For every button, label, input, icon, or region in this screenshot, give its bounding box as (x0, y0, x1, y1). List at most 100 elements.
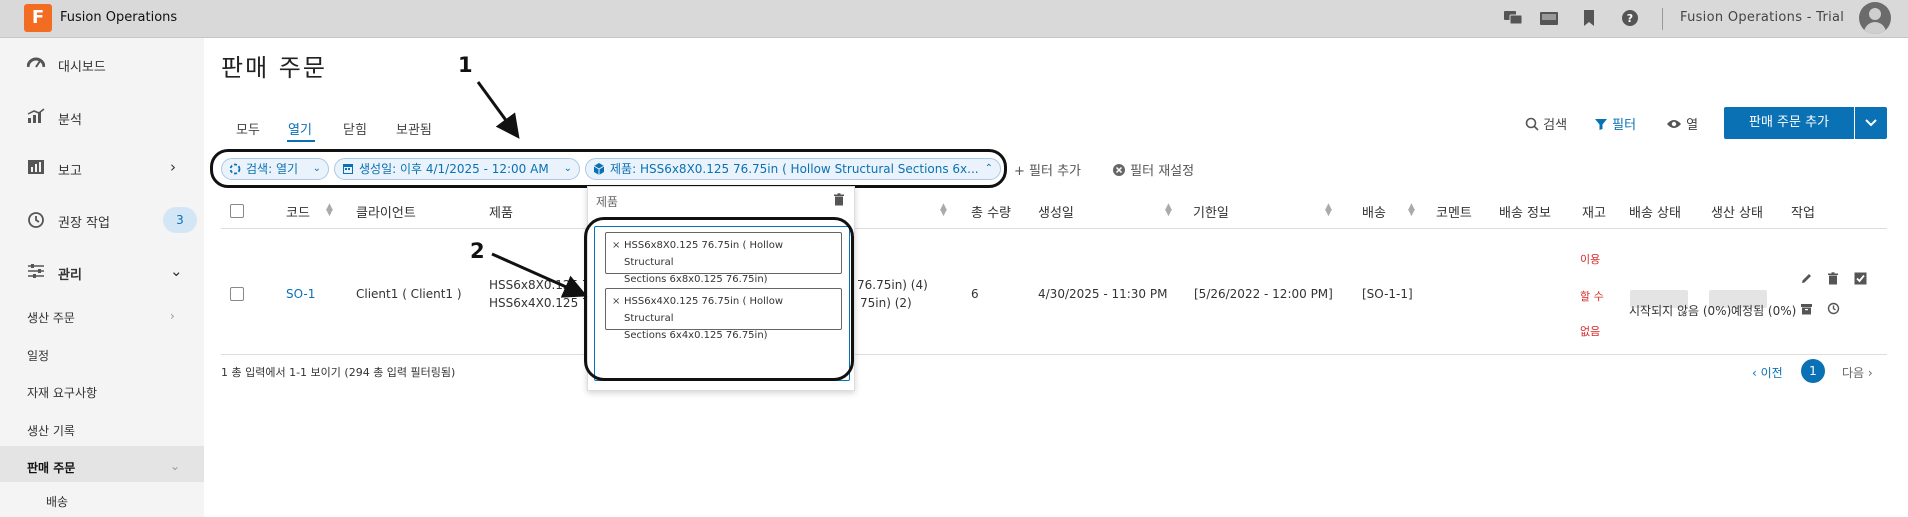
order-code-link[interactable]: SO-1 (286, 287, 315, 301)
stock-status-line1: 이용 (1580, 253, 1601, 266)
sidebar-item-recommended-tasks[interactable]: 권장 작업 3 (0, 202, 204, 238)
chat-icon[interactable] (1503, 9, 1523, 29)
annotation-number-2: 2 (470, 239, 485, 263)
eye-icon (1666, 118, 1682, 134)
trash-icon[interactable] (833, 193, 845, 210)
add-options-dropdown[interactable] (1855, 107, 1887, 139)
app-logo[interactable]: F (24, 4, 52, 32)
reset-filter-button[interactable]: 필터 재설정 (1112, 160, 1194, 181)
history-icon[interactable] (1827, 302, 1840, 319)
top-divider (1662, 8, 1663, 30)
created-cell: 4/30/2025 - 11:30 PM (1038, 287, 1168, 301)
annotation-highlight-filters (210, 149, 1007, 188)
sidebar-item-dashboard[interactable]: 대시보드 (0, 46, 204, 82)
column-header-total-qty[interactable]: 총 수량 (971, 202, 1011, 221)
filter-icon (1594, 117, 1608, 135)
edit-icon[interactable] (1800, 272, 1813, 289)
tab-archived[interactable]: 보관됨 (396, 119, 432, 138)
avatar[interactable] (1859, 2, 1891, 34)
select-all-checkbox[interactable] (230, 204, 244, 218)
stock-status-line2: 할 수 (1580, 290, 1604, 303)
row-checkbox[interactable] (230, 287, 244, 301)
chevron-down-icon: ⌄ (170, 262, 183, 280)
chevron-right-icon: › (170, 309, 175, 323)
column-header-production-status[interactable]: 생산 상태 (1711, 202, 1763, 221)
count-badge: 3 (163, 207, 197, 233)
next-page-button[interactable]: 다음 › (1842, 364, 1873, 381)
tab-closed[interactable]: 닫힘 (343, 119, 367, 138)
column-header-product[interactable]: 제품 (489, 202, 513, 221)
column-header-shipping-status[interactable]: 배송 상태 (1629, 202, 1681, 221)
product-cell-line1: HSS6x8X0.125 76 (489, 278, 598, 292)
sort-icon[interactable]: ▲ ▼ (940, 203, 947, 218)
sidebar-item-label: 관리 (58, 268, 82, 283)
add-sales-order-button[interactable]: 판매 주문 추가 (1724, 107, 1854, 139)
tab-open[interactable]: 열기 (288, 119, 312, 138)
column-header-shipping-info[interactable]: 배송 정보 (1499, 202, 1551, 221)
archive-icon[interactable] (1800, 302, 1813, 319)
sidebar-item-label: 보고 (58, 164, 82, 179)
sort-icon[interactable]: ▲ ▼ (1325, 203, 1332, 218)
chevron-right-icon: › (170, 158, 176, 176)
header-divider (221, 228, 1887, 229)
page-title: 판매 주문 (221, 54, 327, 82)
sidebar-item-analytics[interactable]: 분석 (0, 99, 204, 135)
column-header-code[interactable]: 코드 (286, 202, 310, 221)
sidebar-item-label: 대시보드 (58, 60, 106, 75)
total-qty-cell: 6 (971, 287, 979, 301)
account-label[interactable]: Fusion Operations - Trial (1680, 10, 1844, 25)
column-header-shipping[interactable]: 배송 (1362, 202, 1386, 221)
add-filter-button[interactable]: + 필터 추가 (1014, 160, 1081, 179)
active-tab-indicator (287, 140, 315, 142)
column-header-stock[interactable]: 재고 (1582, 202, 1606, 221)
arrow-1 (476, 81, 520, 139)
annotation-number-1: 1 (458, 53, 473, 77)
page-number-button[interactable]: 1 (1801, 359, 1825, 383)
sort-icon[interactable]: ▲ ▼ (1165, 203, 1172, 218)
top-bar: F Fusion Operations ? Fusion Operations … (0, 0, 1908, 38)
tray-icon[interactable] (1539, 9, 1559, 29)
shipping-status-cell: 시작되지 않음 (0%) (1629, 304, 1732, 318)
client-cell: Client1 ( Client1 ) (356, 287, 462, 301)
tab-all[interactable]: 모두 (236, 119, 260, 138)
sidebar-sub-material-requirements[interactable]: 자재 요구사항 (27, 384, 97, 401)
analytics-icon (27, 108, 45, 126)
chevron-down-icon (1865, 115, 1877, 131)
approve-icon[interactable] (1854, 272, 1867, 289)
annotation-highlight-selection (584, 217, 854, 381)
sort-icon[interactable]: ▲ ▼ (1408, 203, 1415, 218)
dashboard-icon (26, 55, 46, 73)
shipping-cell[interactable]: [SO-1-1] (1362, 287, 1413, 301)
column-header-actions: 작업 (1791, 206, 1815, 221)
sort-icon[interactable]: ▲ ▼ (326, 203, 333, 218)
sliders-icon (27, 263, 45, 281)
previous-page-button[interactable]: ‹ 이전 (1752, 364, 1783, 381)
bookmark-icon[interactable] (1579, 9, 1599, 29)
filter-button[interactable]: 필터 (1594, 114, 1636, 135)
sidebar-sub-production-orders[interactable]: 생산 주문 › (27, 309, 175, 326)
help-icon[interactable]: ? (1620, 9, 1640, 29)
sidebar-item-reports[interactable]: 보고 › (0, 150, 204, 186)
column-header-due[interactable]: 기한일 (1193, 202, 1229, 221)
app-title: Fusion Operations (60, 10, 178, 25)
product-qty-line2: 75in) (2) (860, 296, 912, 310)
search-icon (1525, 117, 1539, 135)
sidebar-sub-shipping[interactable]: 배송 (46, 493, 68, 510)
columns-button[interactable]: 열 (1666, 114, 1698, 134)
due-cell: [5/26/2022 - 12:00 PM] (1194, 287, 1333, 301)
search-button[interactable]: 검색 (1525, 114, 1567, 135)
delete-icon[interactable] (1827, 272, 1839, 289)
stock-status-line3: 없음 (1580, 325, 1601, 338)
row-divider (221, 354, 1887, 355)
column-header-created[interactable]: 생성일 (1038, 202, 1074, 221)
sidebar-sub-schedule[interactable]: 일정 (27, 347, 49, 364)
sidebar-sub-production-records[interactable]: 생산 기록 (27, 422, 75, 439)
history-icon (27, 211, 45, 229)
report-icon (27, 159, 45, 177)
sidebar-sub-sales-orders[interactable]: 판매 주문 ⌄ (27, 459, 180, 476)
column-header-comment[interactable]: 코멘트 (1436, 202, 1472, 221)
column-header-client[interactable]: 클라이언트 (356, 202, 416, 221)
sidebar: 대시보드 분석 보고 › 권장 작업 3 관리 ⌄ 생산 주문 › 일정 자재 … (0, 38, 204, 517)
close-circle-icon (1112, 163, 1126, 181)
sidebar-item-management[interactable]: 관리 ⌄ (0, 254, 204, 290)
